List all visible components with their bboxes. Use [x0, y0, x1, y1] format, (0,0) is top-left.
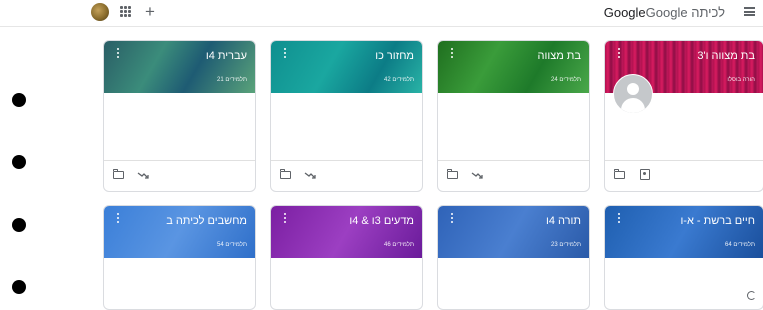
- teacher-avatar: [613, 74, 653, 114]
- more-options-icon[interactable]: [284, 213, 286, 223]
- brand-google-2: Google: [645, 5, 688, 20]
- brand-suffix: לכיתה: [691, 5, 725, 20]
- more-options-icon[interactable]: [117, 48, 119, 58]
- class-card[interactable]: עברית 4ו 21 תלמידים: [103, 40, 256, 192]
- more-options-icon[interactable]: [451, 48, 453, 58]
- loading-spinner-icon: [747, 291, 756, 300]
- class-card[interactable]: מחשבים לכיתה ב 54 תלמידים: [103, 205, 256, 310]
- class-subtitle: 42 תלמידים: [384, 77, 414, 83]
- class-title[interactable]: תורה 4ו: [546, 215, 581, 227]
- class-card[interactable]: תורה 4ו 23 תלמידים: [437, 205, 590, 310]
- class-subtitle: הורה בוסלו: [727, 77, 755, 83]
- bullet-dot: [12, 155, 26, 169]
- class-banner[interactable]: בת מצווה 24 תלמידים: [438, 41, 589, 93]
- gradebook-trend-icon[interactable]: [137, 170, 149, 180]
- class-title[interactable]: מחשבים לכיתה ב: [166, 215, 247, 227]
- assigned-work-icon[interactable]: [640, 169, 650, 180]
- class-card[interactable]: בת מצווה 24 תלמידים: [437, 40, 590, 192]
- more-options-icon[interactable]: [117, 213, 119, 223]
- class-title[interactable]: עברית 4ו: [206, 50, 247, 62]
- gradebook-trend-icon[interactable]: [471, 170, 483, 180]
- add-class-button[interactable]: +: [145, 0, 155, 24]
- class-title[interactable]: מחזור כו: [375, 50, 414, 62]
- main-menu-icon[interactable]: [744, 7, 755, 16]
- card-footer: [271, 160, 422, 191]
- folder-icon[interactable]: [112, 169, 124, 179]
- bullet-dot: [12, 218, 26, 232]
- folder-icon[interactable]: [446, 169, 458, 179]
- app-title[interactable]: GoogleGoogle לכיתה: [604, 5, 725, 20]
- class-card[interactable]: מחזור כו 42 תלמידים: [270, 40, 423, 192]
- class-subtitle: 23 תלמידים: [551, 242, 581, 248]
- class-card[interactable]: חיים ברשת - א-ו 64 תלמידים: [604, 205, 763, 310]
- card-footer: [104, 160, 255, 191]
- folder-icon[interactable]: [613, 169, 625, 179]
- class-subtitle: 54 תלמידים: [217, 242, 247, 248]
- folder-icon[interactable]: [279, 169, 291, 179]
- class-banner[interactable]: מחשבים לכיתה ב 54 תלמידים: [104, 206, 255, 258]
- class-banner[interactable]: מדעים 3ו & 4ו 46 תלמידים: [271, 206, 422, 258]
- more-options-icon[interactable]: [618, 48, 620, 58]
- class-subtitle: 64 תלמידים: [725, 242, 755, 248]
- class-banner[interactable]: תורה 4ו 23 תלמידים: [438, 206, 589, 258]
- class-card[interactable]: מדעים 3ו & 4ו 46 תלמידים: [270, 205, 423, 310]
- card-footer: [605, 160, 763, 191]
- class-banner[interactable]: חיים ברשת - א-ו 64 תלמידים: [605, 206, 763, 258]
- class-banner[interactable]: מחזור כו 42 תלמידים: [271, 41, 422, 93]
- class-subtitle: 24 תלמידים: [551, 77, 581, 83]
- card-footer: [438, 160, 589, 191]
- class-title[interactable]: חיים ברשת - א-ו: [680, 215, 755, 227]
- gradebook-trend-icon[interactable]: [304, 170, 316, 180]
- top-bar: + GoogleGoogle לכיתה: [0, 0, 763, 27]
- apps-grid-icon[interactable]: [120, 6, 131, 17]
- account-avatar[interactable]: [91, 3, 109, 21]
- more-options-icon[interactable]: [451, 213, 453, 223]
- class-title[interactable]: בת מצווה: [538, 50, 581, 62]
- more-options-icon[interactable]: [618, 213, 620, 223]
- bullet-dot: [12, 280, 26, 294]
- class-subtitle: 21 תלמידים: [217, 77, 247, 83]
- class-card[interactable]: בת מצווה ו'3 הורה בוסלו: [604, 40, 763, 192]
- brand-google-1: Google: [603, 5, 646, 20]
- class-title[interactable]: בת מצווה ו'3: [697, 50, 755, 62]
- bullet-dot: [12, 93, 26, 107]
- class-subtitle: 46 תלמידים: [384, 242, 414, 248]
- class-banner[interactable]: עברית 4ו 21 תלמידים: [104, 41, 255, 93]
- more-options-icon[interactable]: [284, 48, 286, 58]
- class-title[interactable]: מדעים 3ו & 4ו: [349, 215, 414, 227]
